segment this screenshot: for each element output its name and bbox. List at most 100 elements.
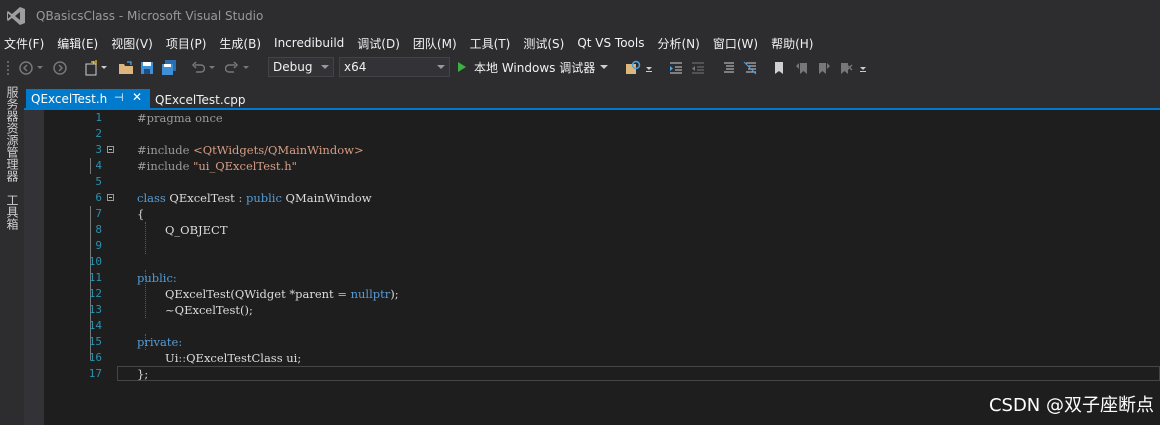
code-text: {: [137, 207, 145, 221]
line-number: 11: [88, 271, 102, 284]
menu-build[interactable]: 生成(B): [215, 35, 270, 52]
pin-icon[interactable]: ⊣: [114, 91, 124, 104]
menu-incredibuild[interactable]: Incredibuild: [270, 36, 353, 50]
code-text: QExcelTest(QWidget *parent = nullptr);: [165, 286, 399, 302]
code-line-5: 5: [44, 174, 1160, 190]
left-tool-sidebar: 服务器资源管理器 工具箱: [0, 82, 24, 425]
outdent-icon[interactable]: [690, 60, 706, 76]
platform-select[interactable]: x64: [339, 57, 450, 77]
menu-view[interactable]: 视图(V): [107, 35, 162, 52]
line-number: 13: [88, 303, 102, 316]
line-number: 15: [88, 335, 102, 348]
menu-file[interactable]: 文件(F): [0, 35, 53, 52]
code-line-2: 2: [44, 126, 1160, 142]
code-editor[interactable]: 1 #pragma once 2 3 #include <QtWidgets/Q…: [24, 110, 1160, 425]
indent-icon[interactable]: [668, 60, 684, 76]
line-number: 4: [95, 159, 102, 172]
preprocessor-token: #include: [137, 143, 194, 157]
redo-dropdown-icon[interactable]: [242, 60, 250, 76]
line-number: 2: [95, 127, 102, 140]
collapse-toggle-icon[interactable]: [107, 194, 114, 201]
line-number: 1: [95, 111, 102, 124]
identifier-token: QExcelTest(QWidget *parent: [165, 287, 338, 301]
configuration-select[interactable]: Debug: [268, 57, 334, 77]
code-line-1: 1 #pragma once: [44, 110, 1160, 126]
undo-dropdown-icon[interactable]: [208, 60, 216, 76]
line-number: 5: [95, 175, 102, 188]
collapse-toggle-icon[interactable]: [107, 146, 114, 153]
bookmark-icon[interactable]: [772, 60, 786, 76]
menu-analyze[interactable]: 分析(N): [653, 35, 708, 52]
find-icon[interactable]: [624, 60, 642, 76]
toolbox-tab[interactable]: 工具箱: [4, 194, 21, 230]
window-title: QBasicsClass - Microsoft Visual Studio: [36, 9, 264, 23]
find-dropdown-icon[interactable]: [644, 60, 654, 76]
menu-project[interactable]: 项目(P): [162, 35, 216, 52]
start-debugging-button[interactable]: 本地 Windows 调试器: [458, 57, 609, 77]
open-folder-icon[interactable]: [117, 60, 135, 76]
play-icon: [458, 62, 466, 72]
line-number: 7: [95, 207, 102, 220]
tab-label: QExcelTest.h: [31, 91, 108, 106]
line-number: 14: [88, 319, 102, 332]
back-dropdown-icon[interactable]: [36, 60, 44, 76]
menu-tools[interactable]: 工具(T): [466, 35, 520, 52]
undo-icon[interactable]: [190, 60, 206, 76]
menu-edit[interactable]: 编辑(E): [53, 35, 107, 52]
class-name-token: QMainWindow: [281, 191, 372, 205]
configuration-value: Debug: [273, 60, 313, 74]
code-text: Q_OBJECT: [165, 223, 228, 237]
forward-icon[interactable]: [52, 60, 68, 76]
line-number: 10: [88, 255, 102, 268]
menu-test[interactable]: 测试(S): [519, 35, 573, 52]
start-debugging-label: 本地 Windows 调试器: [474, 60, 596, 75]
save-all-icon[interactable]: [160, 60, 178, 76]
code-text: #pragma once: [137, 111, 223, 125]
toolbar-grip[interactable]: [6, 60, 10, 76]
back-icon[interactable]: [18, 60, 34, 76]
code-line-16: 16 Ui::QExcelTestClass ui;: [44, 350, 1160, 366]
code-line-13: 13 ~QExcelTest();: [44, 302, 1160, 318]
new-project-icon[interactable]: [82, 60, 100, 76]
chevron-down-icon: [321, 65, 329, 69]
close-icon[interactable]: ✕: [132, 90, 142, 104]
prev-bookmark-icon[interactable]: [794, 60, 810, 76]
line-number: 12: [88, 287, 102, 300]
chevron-down-icon[interactable]: [600, 65, 609, 69]
string-token: "ui_QExcelTest.h": [193, 159, 297, 173]
code-text: #include "ui_QExcelTest.h": [137, 158, 297, 174]
code-line-12: 12 QExcelTest(QWidget *parent = nullptr)…: [44, 286, 1160, 302]
menu-qt-vs-tools[interactable]: Qt VS Tools: [573, 36, 653, 50]
save-icon[interactable]: [139, 60, 155, 76]
menu-help[interactable]: 帮助(H): [767, 35, 822, 52]
punctuation-token: );: [390, 287, 399, 301]
code-line-10: 10: [44, 254, 1160, 270]
code-line-4: 4 #include "ui_QExcelTest.h": [44, 158, 1160, 174]
watermark: CSDN @双子座断点: [988, 395, 1154, 416]
platform-value: x64: [344, 60, 367, 74]
code-line-9: 9: [44, 238, 1160, 254]
redo-icon[interactable]: [224, 60, 240, 76]
chevron-down-icon: [437, 65, 445, 69]
menu-window[interactable]: 窗口(W): [709, 35, 767, 52]
standard-toolbar: Debug x64 本地 Windows 调试器: [0, 54, 1160, 82]
identifier-token: QExcelTestClass ui;: [186, 351, 302, 365]
code-line-17: 17 };: [44, 366, 1160, 382]
code-line-11: 11 public:: [44, 270, 1160, 286]
code-text: private:: [137, 335, 183, 349]
visual-studio-logo-icon: [6, 6, 26, 26]
uncomment-icon[interactable]: [742, 60, 758, 76]
code-text: ~QExcelTest();: [165, 303, 253, 317]
new-dropdown-icon[interactable]: [100, 60, 108, 76]
server-explorer-tab[interactable]: 服务器资源管理器: [4, 86, 21, 182]
menu-debug[interactable]: 调试(D): [353, 35, 409, 52]
operator-token: ::: [178, 351, 187, 365]
clear-bookmarks-icon[interactable]: [838, 60, 854, 76]
tab-qexceltest-cpp[interactable]: QExcelTest.cpp: [155, 93, 246, 107]
next-bookmark-icon[interactable]: [816, 60, 832, 76]
menu-team[interactable]: 团队(M): [409, 35, 466, 52]
comment-icon[interactable]: [720, 60, 736, 76]
toolbar-overflow-icon[interactable]: [858, 60, 868, 76]
keyword-token: class: [137, 191, 166, 205]
tab-qexceltest-h[interactable]: QExcelTest.h ⊣ ✕: [26, 89, 150, 108]
